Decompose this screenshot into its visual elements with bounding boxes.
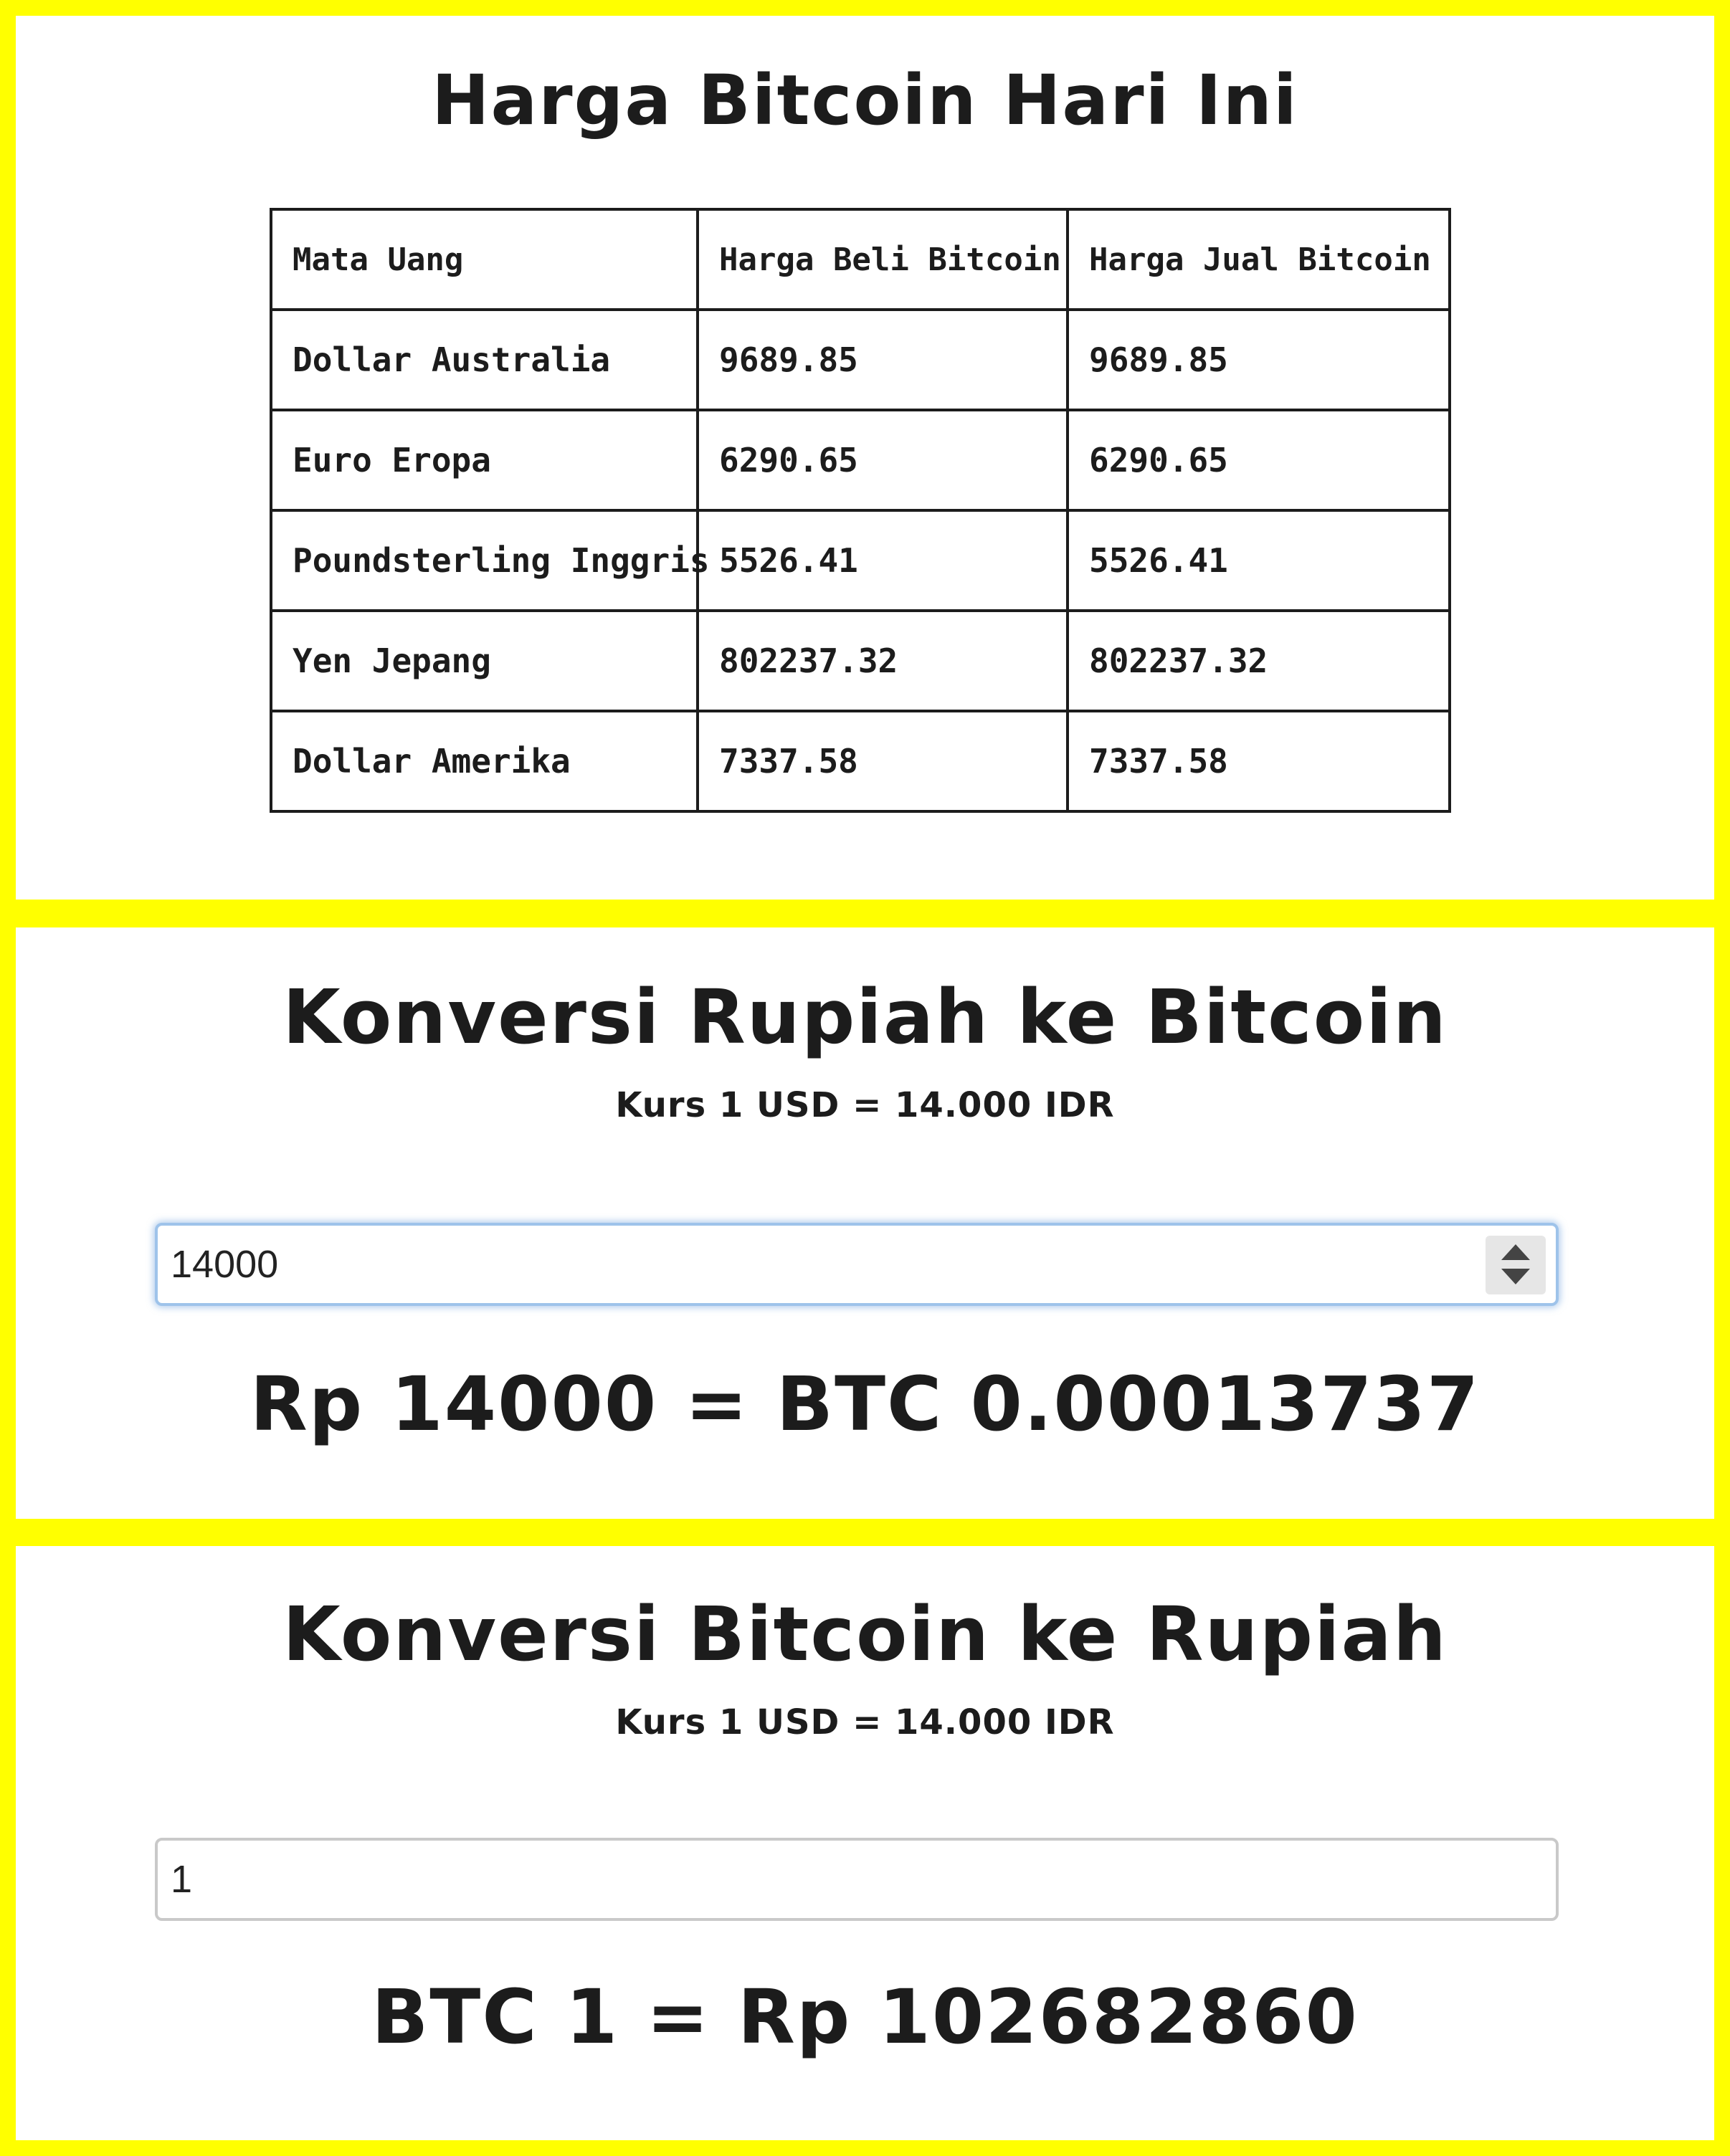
btc-to-idr-panel: Konversi Bitcoin ke Rupiah Kurs 1 USD = …: [16, 1546, 1714, 2140]
currency-cell: Dollar Amerika: [270, 710, 699, 813]
table-row: Dollar Amerika 7337.58 7337.58: [270, 710, 1451, 813]
currency-cell: Euro Eropa: [270, 409, 699, 512]
currency-cell: Dollar Australia: [270, 308, 699, 411]
stepper-down-icon[interactable]: [1501, 1269, 1530, 1284]
sell-price-cell: 7337.58: [1066, 710, 1451, 813]
sell-price-cell: 802237.32: [1066, 609, 1451, 712]
price-table-panel: Harga Bitcoin Hari Ini Mata Uang Harga B…: [16, 16, 1714, 900]
table-row: Dollar Australia 9689.85 9689.85: [270, 308, 1451, 411]
idr-to-btc-title: Konversi Rupiah ke Bitcoin: [282, 973, 1448, 1061]
rupiah-amount-input[interactable]: [155, 1223, 1559, 1306]
sell-price-cell: 6290.65: [1066, 409, 1451, 512]
stepper-up-icon[interactable]: [1501, 1244, 1530, 1260]
column-header-currency: Mata Uang: [270, 208, 699, 311]
bitcoin-price-table: Mata Uang Harga Beli Bitcoin Harga Jual …: [270, 208, 1451, 813]
buy-price-cell: 802237.32: [696, 609, 1069, 712]
btc-to-idr-title: Konversi Bitcoin ke Rupiah: [282, 1590, 1448, 1678]
table-row: Poundsterling Inggris 5526.41 5526.41: [270, 509, 1451, 612]
table-row: Euro Eropa 6290.65 6290.65: [270, 409, 1451, 512]
currency-cell: Yen Jepang: [270, 609, 699, 712]
idr-to-btc-panel: Konversi Rupiah ke Bitcoin Kurs 1 USD = …: [16, 927, 1714, 1519]
buy-price-cell: 5526.41: [696, 509, 1069, 612]
bitcoin-amount-input[interactable]: [155, 1838, 1559, 1921]
sell-price-cell: 9689.85: [1066, 308, 1451, 411]
exchange-rate-label: Kurs 1 USD = 14.000 IDR: [615, 1702, 1115, 1742]
table-header-row: Mata Uang Harga Beli Bitcoin Harga Jual …: [270, 208, 1451, 311]
currency-cell: Poundsterling Inggris: [270, 509, 710, 612]
buy-price-cell: 7337.58: [696, 710, 1069, 813]
sell-price-cell: 5526.41: [1066, 509, 1451, 612]
btc-to-idr-result: BTC 1 = Rp 102682860: [371, 1973, 1359, 2061]
table-row: Yen Jepang 802237.32 802237.32: [270, 609, 1451, 712]
column-header-buy-price: Harga Beli Bitcoin: [696, 208, 1069, 311]
idr-to-btc-result: Rp 14000 = BTC 0.00013737: [249, 1360, 1481, 1448]
buy-price-cell: 6290.65: [696, 409, 1069, 512]
exchange-rate-label: Kurs 1 USD = 14.000 IDR: [615, 1085, 1115, 1125]
column-header-sell-price: Harga Jual Bitcoin: [1066, 208, 1451, 311]
spinner-arrows-icon[interactable]: [1486, 1236, 1546, 1294]
price-table-title: Harga Bitcoin Hari Ini: [432, 60, 1298, 140]
buy-price-cell: 9689.85: [696, 308, 1069, 411]
